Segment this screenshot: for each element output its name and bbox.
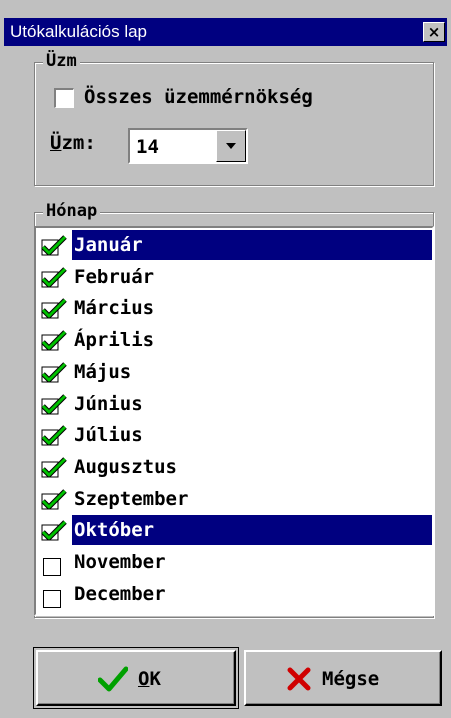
ok-label: OK bbox=[138, 668, 161, 690]
ok-label-accel: O bbox=[138, 668, 150, 690]
list-item[interactable]: Május bbox=[36, 357, 432, 387]
ok-button[interactable]: OK bbox=[33, 647, 239, 709]
list-item[interactable]: Január bbox=[36, 230, 432, 260]
month-label: Január bbox=[72, 230, 432, 260]
month-label: Május bbox=[74, 360, 132, 383]
checkmark-icon bbox=[41, 330, 67, 351]
month-checkbox[interactable] bbox=[38, 393, 70, 416]
plant-select-value: 14 bbox=[136, 136, 159, 158]
plant-group: Üzm bbox=[34, 51, 434, 186]
all-plants-checkbox[interactable] bbox=[54, 88, 74, 108]
empty-checkbox-icon bbox=[43, 558, 61, 576]
red-x-icon bbox=[287, 667, 311, 691]
checkmark-icon bbox=[41, 457, 67, 478]
plant-combo-label: Üzm: bbox=[50, 132, 96, 154]
plant-group-legend: Üzm bbox=[43, 51, 80, 71]
checkmark-icon bbox=[41, 235, 67, 256]
checkmark-icon bbox=[41, 298, 67, 319]
list-item[interactable]: Február bbox=[36, 262, 432, 292]
checkmark-icon bbox=[41, 362, 67, 383]
month-checkbox[interactable] bbox=[38, 330, 70, 352]
month-checkbox[interactable] bbox=[38, 425, 70, 447]
green-checkmark-icon bbox=[98, 666, 128, 692]
list-item[interactable]: Október bbox=[36, 515, 432, 546]
month-label: Június bbox=[74, 392, 143, 415]
chevron-down-icon bbox=[226, 143, 236, 149]
dialog-window: Utókalkulációs lap × Üzm Összes üzemmérn… bbox=[0, 0, 451, 718]
cancel-button[interactable]: Mégse bbox=[244, 650, 442, 706]
month-label: Szeptember bbox=[74, 487, 189, 510]
dropdown-button[interactable] bbox=[216, 130, 246, 162]
month-label: Április bbox=[74, 329, 155, 352]
list-item[interactable]: Szeptember bbox=[36, 484, 432, 514]
checkmark-icon bbox=[41, 393, 67, 414]
list-item[interactable]: December bbox=[36, 579, 432, 609]
month-label: Július bbox=[74, 424, 143, 447]
checkmark-icon bbox=[41, 425, 67, 446]
all-plants-label: Összes üzemmérnökség bbox=[84, 86, 313, 108]
ok-label-rest: K bbox=[149, 668, 161, 690]
month-checkbox[interactable] bbox=[38, 520, 70, 542]
plant-combo-label-accel: Ü bbox=[50, 132, 62, 154]
plant-combo-label-rest: zm: bbox=[61, 132, 96, 154]
cancel-label: Mégse bbox=[322, 668, 380, 690]
month-checkbox[interactable] bbox=[38, 488, 70, 511]
month-checkbox[interactable] bbox=[38, 266, 70, 289]
month-checkbox[interactable] bbox=[38, 552, 70, 576]
title-bar[interactable]: Utókalkulációs lap × bbox=[4, 18, 447, 46]
checkmark-icon bbox=[41, 520, 67, 541]
month-checkbox[interactable] bbox=[38, 235, 70, 257]
empty-checkbox-icon bbox=[43, 589, 61, 608]
close-button[interactable]: × bbox=[423, 22, 445, 42]
month-label: December bbox=[74, 582, 166, 605]
month-label: Február bbox=[74, 265, 155, 288]
month-checkbox[interactable] bbox=[38, 362, 70, 384]
month-label: Augusztus bbox=[74, 455, 177, 478]
list-item[interactable]: Július bbox=[36, 420, 432, 450]
month-checkbox[interactable] bbox=[38, 298, 70, 320]
checkmark-icon bbox=[41, 266, 67, 288]
plant-select[interactable]: 14 bbox=[128, 128, 248, 164]
list-item[interactable]: November bbox=[36, 547, 432, 577]
month-checkbox[interactable] bbox=[38, 584, 70, 608]
list-item[interactable]: Június bbox=[36, 389, 432, 419]
month-label: Március bbox=[74, 297, 155, 320]
month-group-legend: Hónap bbox=[43, 201, 101, 221]
list-item[interactable]: Augusztus bbox=[36, 452, 432, 482]
month-listbox[interactable]: Január Február Március Április Május Június Jú… bbox=[34, 226, 434, 616]
month-label: November bbox=[74, 551, 166, 573]
list-item[interactable]: Március bbox=[36, 293, 432, 323]
month-label: Október bbox=[72, 515, 432, 546]
window-title: Utókalkulációs lap bbox=[10, 22, 148, 41]
list-item[interactable]: Április bbox=[36, 325, 432, 355]
checkmark-icon bbox=[41, 488, 67, 510]
month-checkbox[interactable] bbox=[38, 457, 70, 479]
